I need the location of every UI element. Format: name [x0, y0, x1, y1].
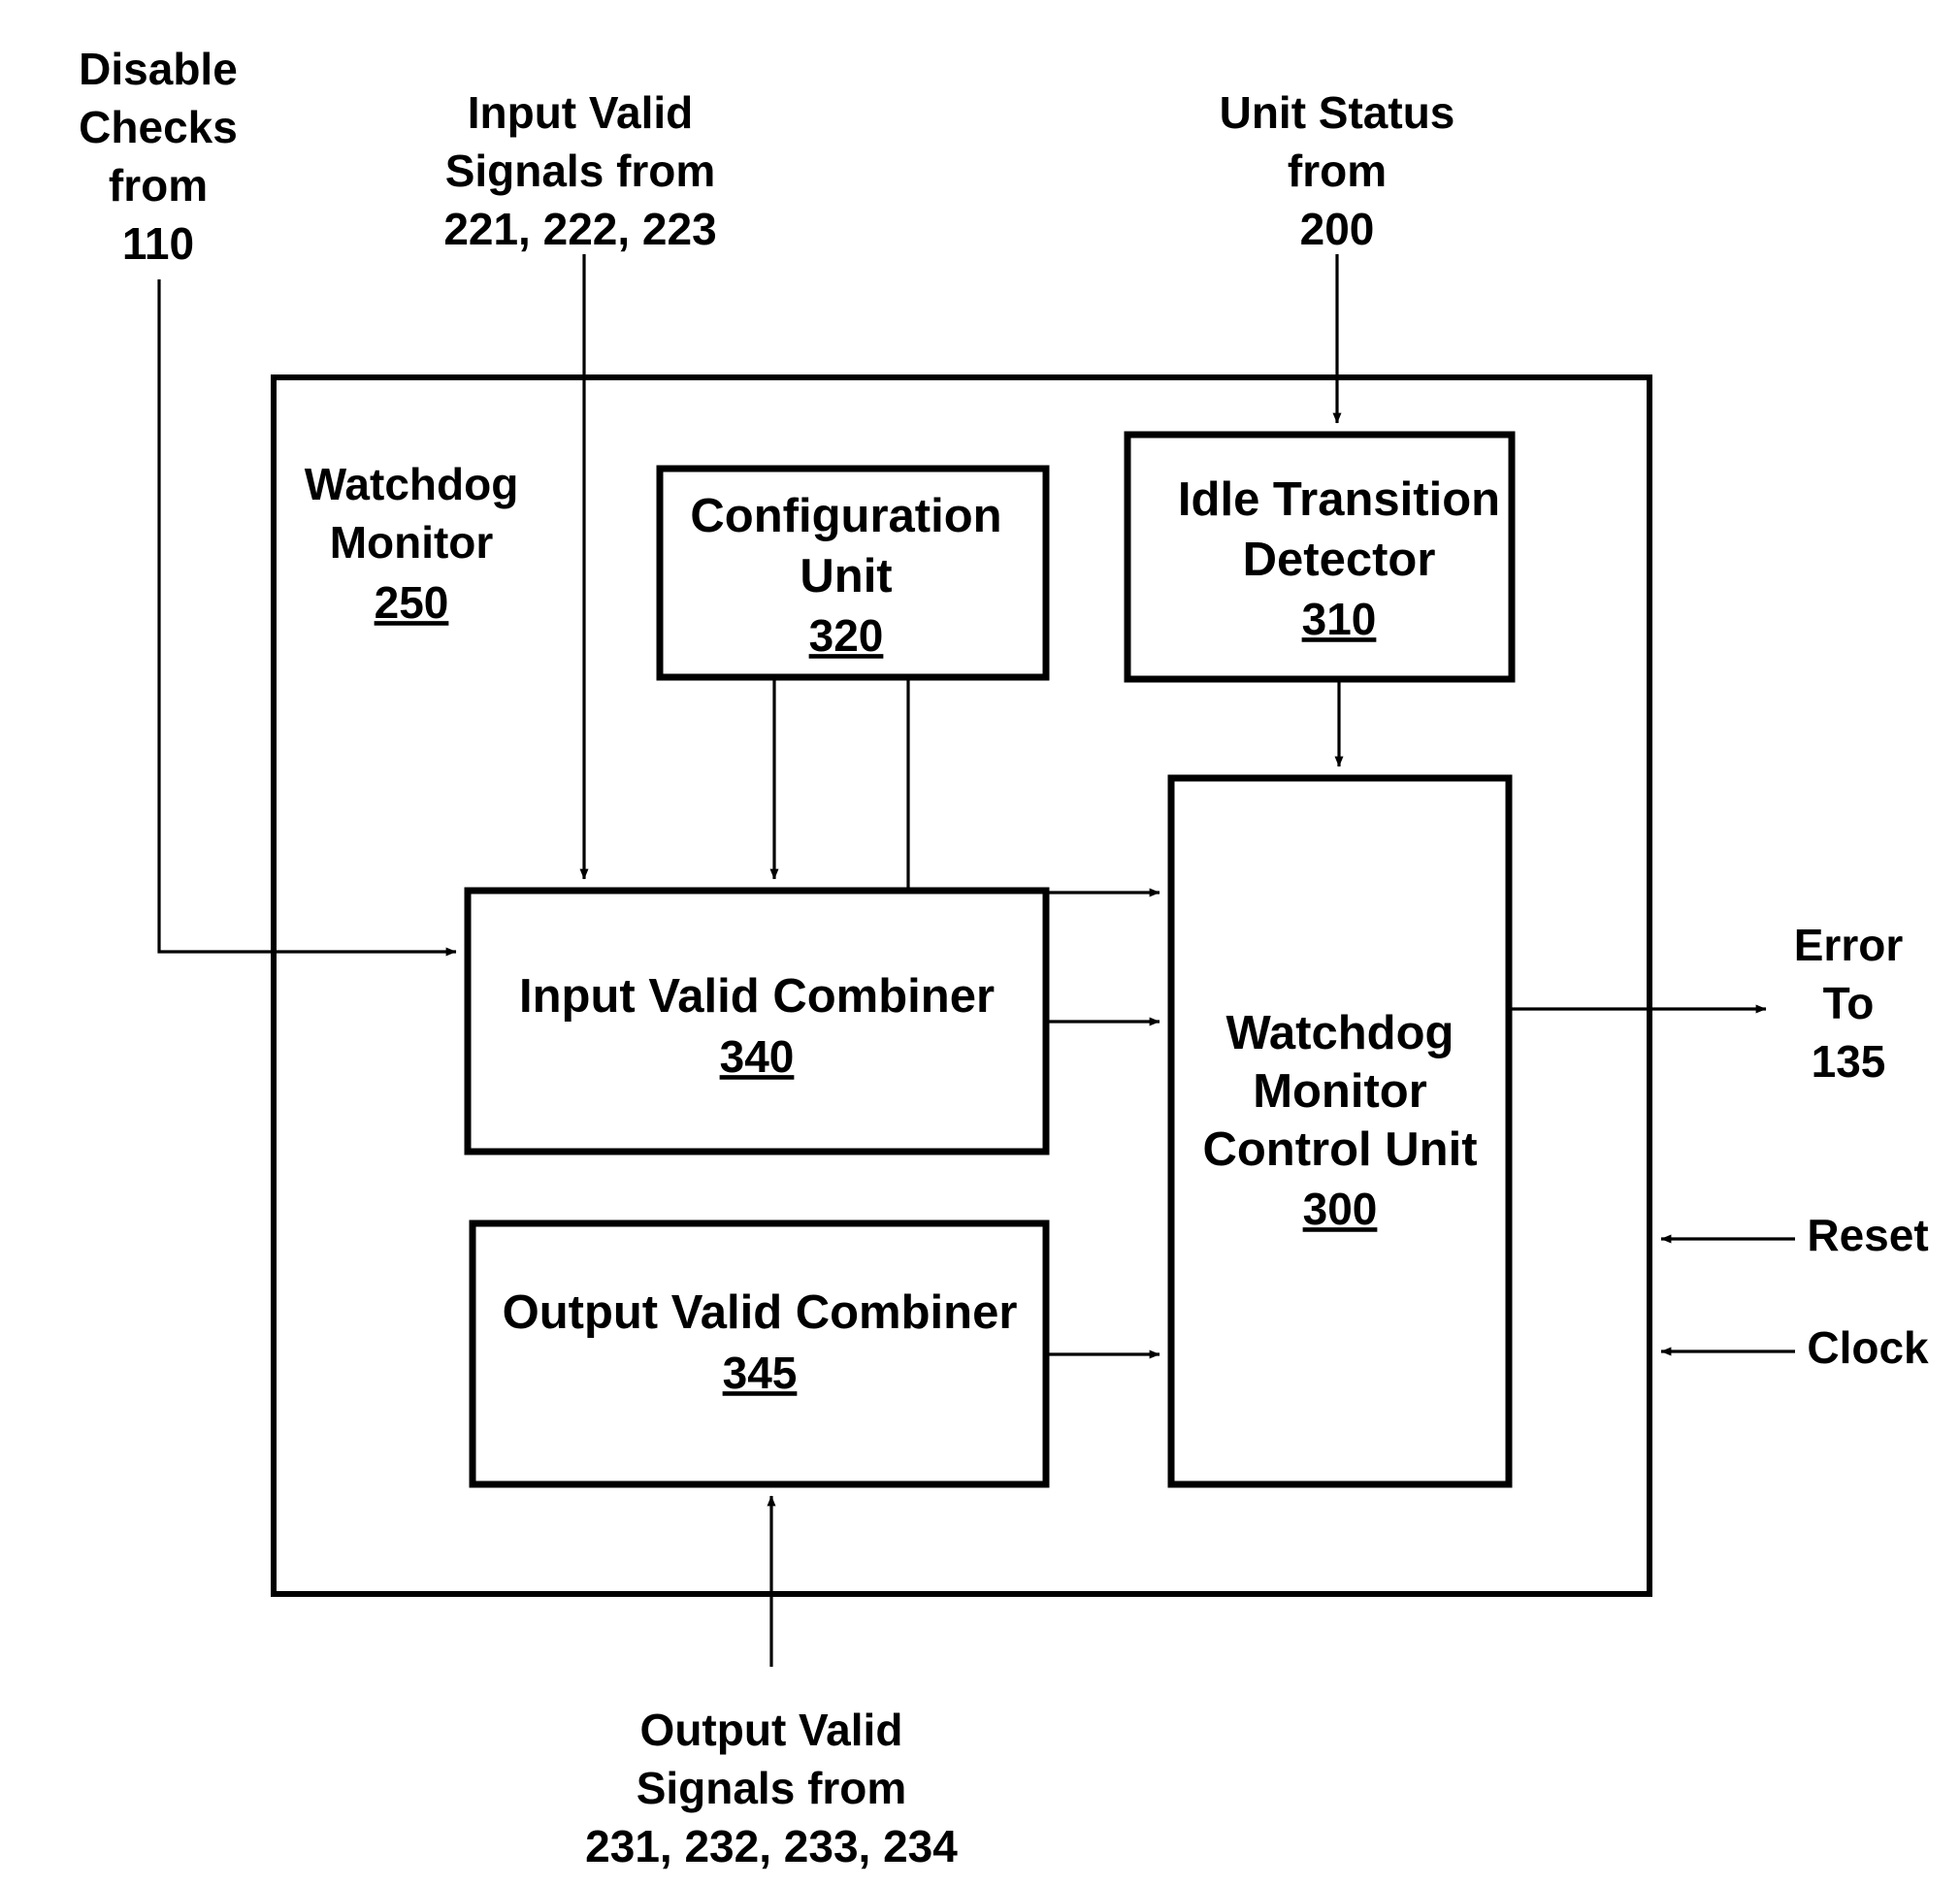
label-unit-status-line-3: 200 — [1300, 204, 1375, 254]
outer-block-ref: 250 — [375, 577, 449, 628]
label-output-valid-signals-line-1: Output Valid — [640, 1705, 903, 1755]
outer-block-title-line-1: Watchdog — [305, 459, 519, 509]
label-unit-status-line-1: Unit Status — [1220, 87, 1455, 138]
output-valid-combiner-title: Output Valid Combiner — [503, 1286, 1018, 1339]
label-error-out-line-3: 135 — [1812, 1036, 1886, 1087]
watchdog-monitor-control-unit-title-line-3: Control Unit — [1202, 1123, 1477, 1176]
label-output-valid-signals-line-3: 231, 232, 233, 234 — [585, 1821, 958, 1871]
label-disable-checks-line-1: Disable — [79, 44, 238, 94]
label-error-out-line-2: To — [1823, 978, 1875, 1028]
label-input-valid-signals-line-2: Signals from — [445, 146, 716, 196]
input-valid-combiner-title: Input Valid Combiner — [519, 970, 995, 1023]
idle-transition-detector-ref: 310 — [1302, 594, 1377, 644]
label-clock: Clock — [1807, 1322, 1929, 1373]
idle-transition-detector-title-line-2: Detector — [1243, 534, 1436, 586]
watchdog-monitor-control-unit-ref: 300 — [1303, 1184, 1378, 1234]
block-diagram: Disable Checks from 110 Input Valid Sign… — [79, 44, 1929, 1871]
figure-canvas: Disable Checks from 110 Input Valid Sign… — [0, 0, 1960, 1886]
input-valid-combiner-ref: 340 — [720, 1031, 795, 1082]
label-error-out-line-1: Error — [1794, 920, 1904, 970]
output-valid-combiner-ref: 345 — [723, 1348, 798, 1398]
label-disable-checks-line-2: Checks — [79, 102, 238, 152]
idle-transition-detector-title-line-1: Idle Transition — [1178, 473, 1500, 526]
watchdog-monitor-control-unit-title-line-2: Monitor — [1253, 1065, 1427, 1118]
label-reset: Reset — [1807, 1210, 1928, 1260]
configuration-unit-title-line-2: Unit — [800, 550, 892, 602]
label-unit-status-line-2: from — [1288, 146, 1387, 196]
configuration-unit-title-line-1: Configuration — [690, 490, 1001, 542]
outer-block-title-line-2: Monitor — [330, 517, 494, 568]
label-disable-checks-line-4: 110 — [122, 218, 194, 269]
wire-config-to-control-unit — [906, 677, 1160, 897]
label-input-valid-signals-line-3: 221, 222, 223 — [443, 204, 716, 254]
configuration-unit-ref: 320 — [809, 610, 884, 661]
label-output-valid-signals-line-2: Signals from — [637, 1763, 907, 1813]
label-disable-checks-line-3: from — [109, 160, 208, 211]
watchdog-monitor-control-unit-title-line-1: Watchdog — [1226, 1007, 1454, 1059]
label-input-valid-signals-line-1: Input Valid — [468, 87, 694, 138]
